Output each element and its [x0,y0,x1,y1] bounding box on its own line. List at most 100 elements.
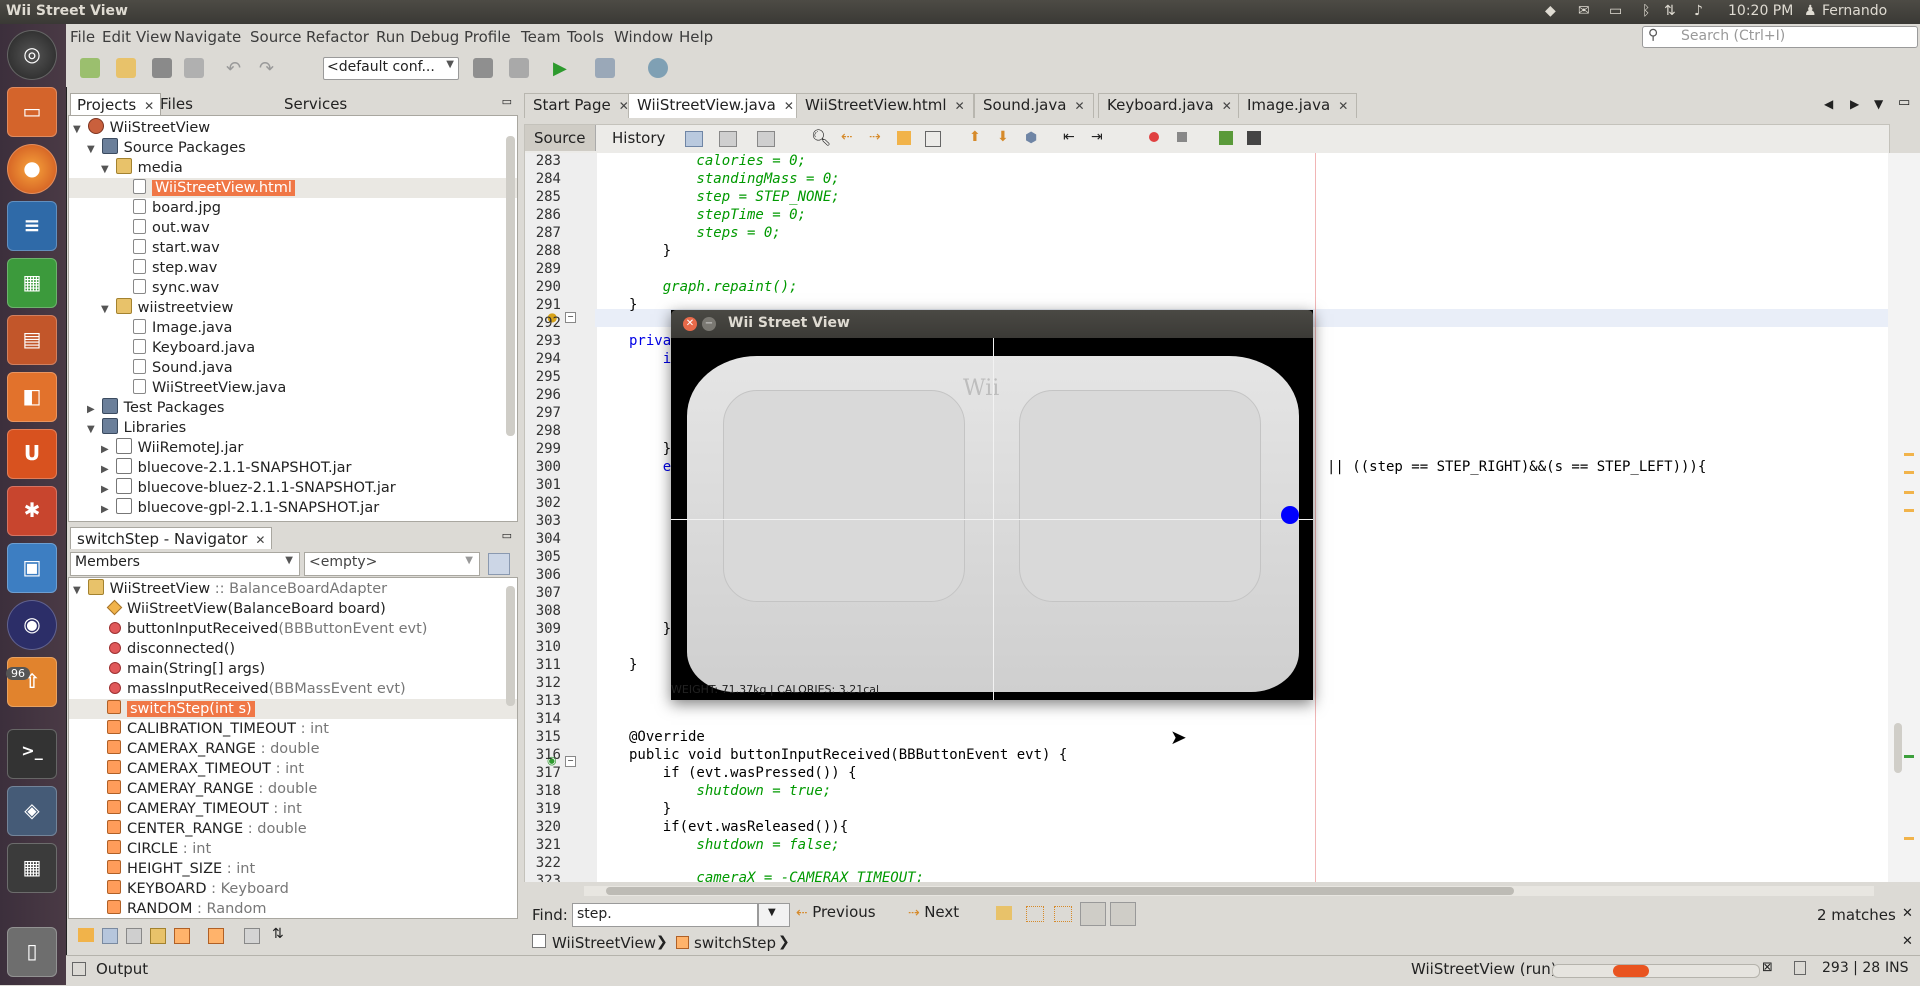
filter-select[interactable]: <empty> ▼ [304,552,480,576]
member-method[interactable]: main(String[] args) [109,659,265,679]
menu-debug[interactable]: Debug [410,28,459,46]
update-manager-icon[interactable]: ⇧ [7,657,57,707]
find-previous-button[interactable]: ⇠ Previous [796,903,876,921]
member-field[interactable]: HEIGHT_SIZE : int [107,859,255,879]
menu-navigate[interactable]: Navigate [174,28,241,46]
tab-services[interactable]: Services [278,93,353,115]
tab-list-icon[interactable]: ▼ [1874,97,1883,111]
tab-keyboard-java[interactable]: Keyboard.java ✕ [1098,93,1241,118]
member-method[interactable]: massInputReceived(BBMassEvent evt) [109,679,406,699]
previous-bookmark-icon[interactable]: ⬆ [969,129,981,145]
minimize-panel-icon[interactable]: ▭ [502,529,512,542]
minimize-window-icon[interactable]: − [702,317,716,331]
undo-icon[interactable]: ↶ [226,58,246,79]
filter-fields-icon[interactable] [102,928,118,944]
menu-file[interactable]: File [70,28,95,46]
tree-node-jar[interactable]: ▶ WiiRemoteJ.jar [101,438,243,458]
scrollbar[interactable] [506,136,515,436]
close-icon[interactable]: ✕ [255,533,265,547]
fold-icon[interactable]: − [565,312,576,323]
running-task[interactable]: WiiStreetView (run) [1411,960,1557,978]
menu-source[interactable]: Source [250,28,302,46]
find-selection-icon[interactable]: 🔍︎ [811,128,831,147]
filter-inner-icon[interactable] [174,928,190,944]
config-select[interactable]: <default conf... ▼ [323,57,459,80]
scroll-tabs-left-icon[interactable]: ◀ [1824,97,1833,111]
highlight-results-toggle[interactable] [1080,902,1106,926]
filter-nonpublic-icon[interactable] [150,928,166,944]
eclipse-icon[interactable]: ◉ [7,600,57,650]
toggle-bookmark-icon[interactable]: ⬢ [1025,130,1037,146]
member-field[interactable]: CAMERAY_TIMEOUT : int [107,799,302,819]
source-button[interactable]: Source [525,125,596,151]
save-all-icon[interactable] [184,58,204,78]
filter-sort-icon[interactable] [208,928,224,944]
search-input[interactable]: ⚲ Search (Ctrl+I) [1642,26,1918,48]
new-project-icon[interactable] [116,58,136,78]
user-icon[interactable]: ♟ [1804,3,1817,19]
tree-node-project[interactable]: ▼ WiiStreetView [73,118,210,138]
tree-node-file[interactable]: sync.wav [133,278,219,298]
software-center-icon[interactable]: ◧ [7,372,57,422]
output-window-icon[interactable] [72,962,86,976]
vertical-scrollbar-thumb[interactable] [1894,723,1902,773]
member-field[interactable]: CENTER_RANGE : double [107,819,307,839]
mail-icon[interactable]: ✉ [1578,3,1590,19]
dropbox-icon[interactable]: ◆ [1545,3,1556,19]
horizontal-scrollbar-thumb[interactable] [606,887,1514,895]
members-select[interactable]: Members ▼ [70,552,300,576]
tree-node-test-packages[interactable]: ▶ Test Packages [87,398,224,418]
stop-macro-icon[interactable] [1177,132,1187,142]
close-icon[interactable]: ✕ [955,99,965,113]
run-icon[interactable]: ▶ [553,58,573,79]
workspace-switcher-icon[interactable]: ▦ [7,843,57,893]
tab-navigator[interactable]: switchStep - Navigator ✕ [70,527,273,549]
menu-profile[interactable]: Profile [464,28,511,46]
start-macro-icon[interactable] [1149,132,1159,142]
tree-node-file[interactable]: start.wav [133,238,220,258]
match-case-icon[interactable] [996,906,1012,920]
maximize-icon[interactable]: ▭ [1898,95,1910,110]
shift-left-icon[interactable]: ⇤ [1063,129,1075,145]
output-tab[interactable]: Output [96,960,148,978]
member-field[interactable]: CALIBRATION_TIMEOUT : int [107,719,329,739]
user-name[interactable]: Fernando [1822,3,1887,19]
tree-node-file[interactable]: out.wav [133,218,210,238]
scrollbar[interactable] [506,586,515,706]
tree-node-libraries[interactable]: ▼ Libraries [87,418,186,438]
tab-wiistreetview-java[interactable]: WiiStreetView.java ✕ [628,93,803,118]
cancel-task-icon[interactable]: ⊠ [1762,960,1773,975]
member-method[interactable]: disconnected() [109,639,235,659]
uncomment-icon[interactable] [1247,131,1261,145]
find-next-button[interactable]: ⇢ Next [908,903,959,921]
whole-words-icon[interactable] [1026,906,1044,922]
tree-node-jar[interactable]: ▶ bluecove-bluez-2.1.1-SNAPSHOT.jar [101,478,396,498]
last-edit-icon[interactable] [685,131,703,147]
close-find-icon[interactable]: ✕ [1902,906,1913,921]
navigator-class[interactable]: ▼ WiiStreetView :: BalanceBoardAdapter [73,579,387,599]
netbeans-icon[interactable]: ◈ [7,786,57,836]
forward-icon[interactable] [757,131,775,147]
member-field[interactable]: CIRCLE : int [107,839,211,859]
breadcrumb-class[interactable]: WiiStreetView [552,934,656,952]
find-next-icon[interactable]: ⇢ [869,129,881,145]
open-project-icon[interactable] [152,58,172,78]
filter-inherited-icon[interactable] [78,928,94,942]
network-icon[interactable]: ⇅ [1664,3,1676,19]
dash-home-icon[interactable]: ◎ [7,30,57,80]
tree-node-file[interactable]: WiiStreetView.java [133,378,286,398]
scroll-tabs-right-icon[interactable]: ▶ [1850,97,1859,111]
tree-node-source-packages[interactable]: ▼ Source Packages [87,138,246,158]
writer-icon[interactable]: ≡ [7,201,57,251]
menu-edit[interactable]: Edit [102,28,131,46]
close-icon[interactable]: ✕ [144,99,154,113]
member-constructor[interactable]: WiiStreetView(BalanceBoard board) [106,599,386,619]
battery-icon[interactable]: ▭ [1609,3,1622,19]
tree-node-jar[interactable]: ▶ bluecove-gpl-2.1.1-SNAPSHOT.jar [101,498,379,518]
tab-projects[interactable]: Projects ✕ [70,93,162,115]
menu-team[interactable]: Team [521,28,561,46]
tab-sound-java[interactable]: Sound.java ✕ [974,93,1094,118]
menu-refactor[interactable]: Refactor [306,28,369,46]
tree-node-jar[interactable]: ▶ bluecove-2.1.1-SNAPSHOT.jar [101,458,352,478]
tab-image-java[interactable]: Image.java ✕ [1238,93,1358,118]
